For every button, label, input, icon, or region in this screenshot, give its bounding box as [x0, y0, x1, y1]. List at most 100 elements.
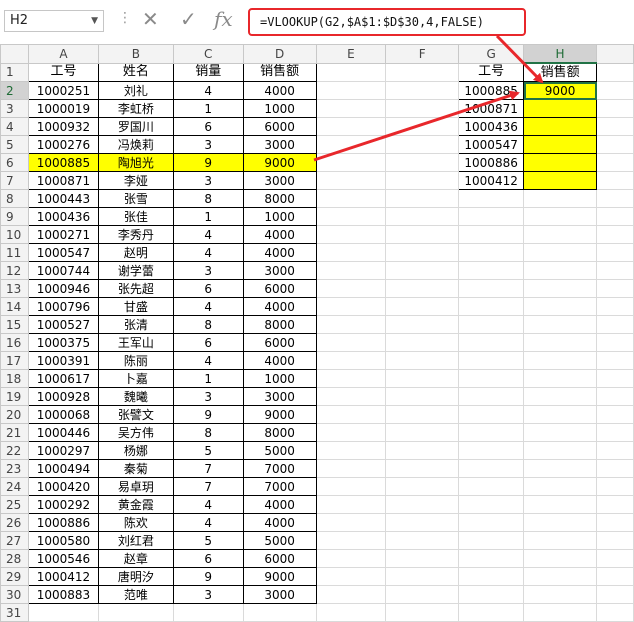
insert-function-icon[interactable]: fx — [214, 7, 233, 31]
row-header[interactable]: 2 — [0, 81, 29, 100]
cell-b27[interactable]: 刘红君 — [97, 531, 174, 550]
cell-e26[interactable] — [315, 513, 387, 532]
cell-a29[interactable]: 1000412 — [27, 567, 99, 586]
cell-i22[interactable] — [596, 441, 634, 460]
cell-f6[interactable] — [385, 153, 460, 172]
cell-b14[interactable]: 甘盛 — [97, 297, 174, 316]
cell-h11[interactable] — [523, 243, 598, 262]
cell-a4[interactable]: 1000932 — [27, 117, 99, 136]
cell-h17[interactable] — [523, 351, 598, 370]
cell-e24[interactable] — [315, 477, 387, 496]
row-header[interactable]: 19 — [0, 387, 29, 406]
cell-b3[interactable]: 李虹桥 — [97, 99, 174, 118]
cell-c24[interactable]: 7 — [172, 477, 244, 496]
row-header[interactable]: 20 — [0, 405, 29, 424]
cell-c8[interactable]: 8 — [172, 189, 244, 208]
cell-b11[interactable]: 赵明 — [97, 243, 174, 262]
name-box[interactable]: H2 ▼ — [4, 10, 104, 32]
cell-e1[interactable] — [315, 62, 387, 82]
cell-c4[interactable]: 6 — [172, 117, 244, 136]
cell-c10[interactable]: 4 — [172, 225, 244, 244]
cell-b10[interactable]: 李秀丹 — [97, 225, 174, 244]
cell-i9[interactable] — [596, 207, 634, 226]
cell-e29[interactable] — [315, 567, 387, 586]
row-header[interactable]: 29 — [0, 567, 29, 586]
row-header[interactable]: 30 — [0, 585, 29, 604]
cell-a5[interactable]: 1000276 — [27, 135, 99, 154]
cell-h8[interactable] — [523, 189, 598, 208]
row-header[interactable]: 9 — [0, 207, 29, 226]
cell-i20[interactable] — [596, 405, 634, 424]
cell-b19[interactable]: 魏曦 — [97, 387, 174, 406]
cell-i12[interactable] — [596, 261, 634, 280]
cell-h12[interactable] — [523, 261, 598, 280]
chevron-down-icon[interactable]: ▼ — [91, 11, 98, 31]
cell-c18[interactable]: 1 — [172, 369, 244, 388]
cell-g23[interactable] — [458, 459, 525, 478]
cell-g30[interactable] — [458, 585, 525, 604]
cell-d28[interactable]: 6000 — [242, 549, 317, 568]
cell-f11[interactable] — [385, 243, 460, 262]
cell-d15[interactable]: 8000 — [242, 315, 317, 334]
cell-a22[interactable]: 1000297 — [27, 441, 99, 460]
cell-e25[interactable] — [315, 495, 387, 514]
cell-b1[interactable]: 姓名 — [97, 62, 174, 82]
row-header[interactable]: 24 — [0, 477, 29, 496]
cell-d13[interactable]: 6000 — [242, 279, 317, 298]
cell-h19[interactable] — [523, 387, 598, 406]
column-header-extra[interactable] — [596, 44, 634, 64]
cell-g2[interactable]: 1000885 — [458, 81, 525, 100]
cell-f28[interactable] — [385, 549, 460, 568]
cell-i4[interactable] — [596, 117, 634, 136]
cell-f10[interactable] — [385, 225, 460, 244]
cell-f4[interactable] — [385, 117, 460, 136]
cell-d24[interactable]: 7000 — [242, 477, 317, 496]
cell-h13[interactable] — [523, 279, 598, 298]
cell-h1[interactable]: 销售额 — [523, 62, 598, 82]
cell-a30[interactable]: 1000883 — [27, 585, 99, 604]
cell-b23[interactable]: 秦菊 — [97, 459, 174, 478]
cell-c17[interactable]: 4 — [172, 351, 244, 370]
cell-h27[interactable] — [523, 531, 598, 550]
cell-a16[interactable]: 1000375 — [27, 333, 99, 352]
cell-d11[interactable]: 4000 — [242, 243, 317, 262]
enter-icon[interactable]: ✓ — [180, 7, 197, 31]
row-header[interactable]: 25 — [0, 495, 29, 514]
cell-i26[interactable] — [596, 513, 634, 532]
cell-e4[interactable] — [315, 117, 387, 136]
cell-h15[interactable] — [523, 315, 598, 334]
cell-e9[interactable] — [315, 207, 387, 226]
cell-c15[interactable]: 8 — [172, 315, 244, 334]
cell-g25[interactable] — [458, 495, 525, 514]
cell-g17[interactable] — [458, 351, 525, 370]
cell-d18[interactable]: 1000 — [242, 369, 317, 388]
cell-g3[interactable]: 1000871 — [458, 99, 525, 118]
column-header-h[interactable]: H — [523, 44, 598, 64]
cell-d30[interactable]: 3000 — [242, 585, 317, 604]
cell-c6[interactable]: 9 — [172, 153, 244, 172]
cell-h3[interactable] — [523, 99, 598, 118]
cell-f31[interactable] — [385, 603, 460, 622]
formula-input[interactable]: =VLOOKUP(G2,$A$1:$D$30,4,FALSE) — [248, 8, 526, 36]
cell-d23[interactable]: 7000 — [242, 459, 317, 478]
cell-d7[interactable]: 3000 — [242, 171, 317, 190]
cell-b13[interactable]: 张先超 — [97, 279, 174, 298]
row-header[interactable]: 3 — [0, 99, 29, 118]
cell-e16[interactable] — [315, 333, 387, 352]
cell-f18[interactable] — [385, 369, 460, 388]
cell-b16[interactable]: 王军山 — [97, 333, 174, 352]
cell-f17[interactable] — [385, 351, 460, 370]
cell-g15[interactable] — [458, 315, 525, 334]
cell-d16[interactable]: 6000 — [242, 333, 317, 352]
cell-e15[interactable] — [315, 315, 387, 334]
cell-f9[interactable] — [385, 207, 460, 226]
row-header[interactable]: 4 — [0, 117, 29, 136]
cell-d31[interactable] — [242, 603, 317, 622]
cell-g24[interactable] — [458, 477, 525, 496]
cell-e21[interactable] — [315, 423, 387, 442]
row-header[interactable]: 31 — [0, 603, 29, 622]
cell-b28[interactable]: 赵章 — [97, 549, 174, 568]
cell-h7[interactable] — [523, 171, 598, 190]
cell-c5[interactable]: 3 — [172, 135, 244, 154]
cell-c7[interactable]: 3 — [172, 171, 244, 190]
